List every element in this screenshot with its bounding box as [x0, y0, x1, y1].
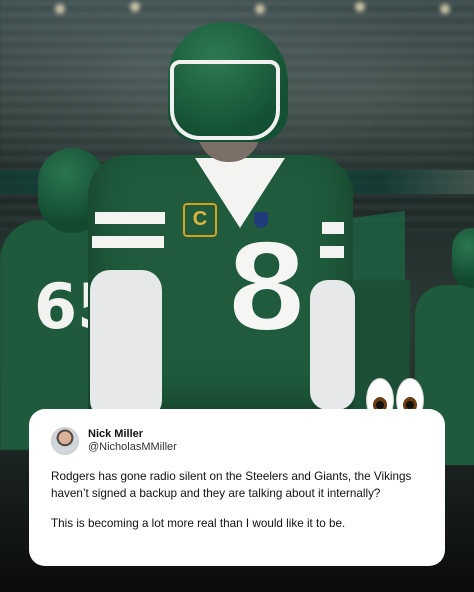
tweet-paragraph: This is becoming a lot more real than I …	[51, 517, 346, 531]
author-handle[interactable]: @NicholasMMiller	[88, 441, 177, 454]
helmet-facemask	[170, 60, 280, 140]
avatar[interactable]	[51, 427, 79, 455]
sleeve-stripe	[322, 222, 344, 234]
author-display-name[interactable]: Nick Miller	[88, 428, 177, 441]
tweet-header: Nick Miller @NicholasMMiller	[51, 427, 423, 455]
sleeve-stripe	[92, 236, 164, 248]
tweet-author: Nick Miller @NicholasMMiller	[88, 428, 177, 454]
captain-patch: C	[183, 203, 217, 237]
sleeve-stripe	[95, 212, 165, 224]
tweet-body: Rodgers has gone radio silent on the Ste…	[51, 469, 423, 533]
right-undersleeve	[310, 280, 355, 410]
far-right-teammate-helmet	[452, 228, 474, 288]
tweet-paragraph: Rodgers has gone radio silent on the Ste…	[51, 470, 412, 500]
sleeve-stripe	[320, 246, 344, 258]
jersey-number: 8	[224, 220, 311, 359]
tweet-card: Nick Miller @NicholasMMiller Rodgers has…	[29, 409, 445, 566]
left-undersleeve	[90, 270, 162, 420]
